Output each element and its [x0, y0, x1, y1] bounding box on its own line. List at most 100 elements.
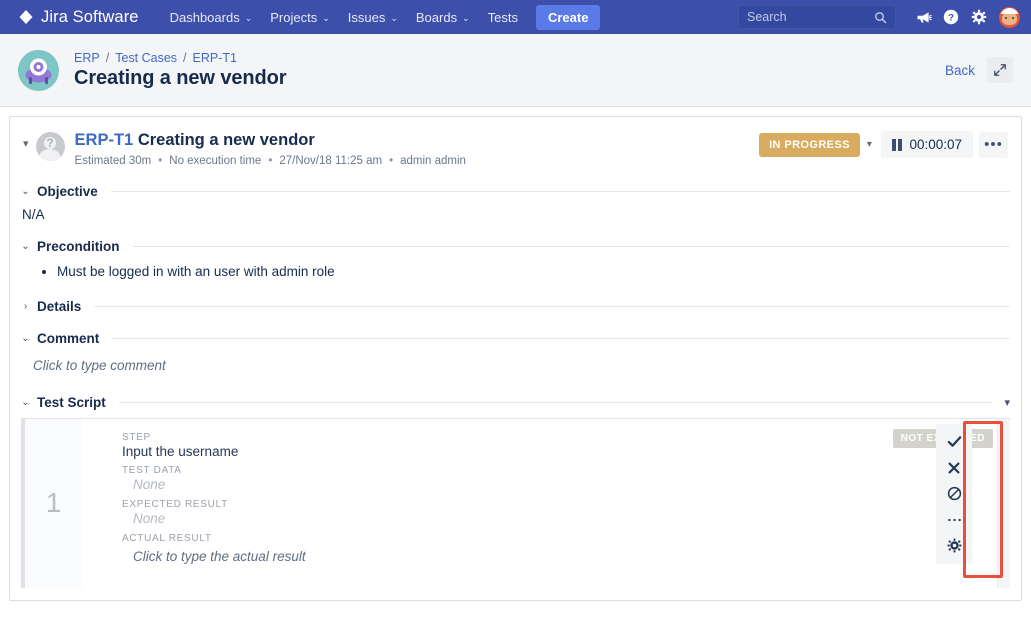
expand-icon[interactable] [987, 57, 1013, 83]
comment-input[interactable]: Click to type comment [21, 358, 1010, 373]
breadcrumb-item-erp[interactable]: ERP [74, 51, 100, 65]
avatar-question-mark: ? [46, 136, 53, 150]
step-details: STEP Input the username TEST DATA None E… [82, 419, 1010, 588]
expected-result-field-label: EXPECTED RESULT [122, 499, 1010, 510]
script-scrollbar[interactable] [997, 419, 1010, 588]
test-case-header-actions: IN PROGRESS ▾ 00:00:07 ••• [759, 131, 1010, 158]
more-actions-button[interactable]: ••• [979, 132, 1008, 158]
nav-item-tests[interactable]: Tests [479, 0, 527, 34]
megaphone-icon[interactable] [910, 4, 936, 30]
nav-item-dashboards[interactable]: Dashboards ⌄ [161, 0, 262, 34]
nav-item-projects[interactable]: Projects ⌄ [261, 0, 339, 34]
test-data-field-label: TEST DATA [122, 465, 1010, 476]
meta-separator: • [268, 155, 272, 167]
avatar-body [39, 149, 60, 161]
chevron-down-icon: ⌄ [322, 13, 330, 24]
user-avatar[interactable] [999, 7, 1020, 28]
chevron-down-icon[interactable]: ⌄ [21, 241, 30, 252]
avatar-hair [1000, 8, 1019, 14]
chevron-down-icon[interactable]: ⌄ [21, 333, 30, 344]
jira-brand-logo[interactable]: Jira Software [18, 8, 139, 27]
objective-value: N/A [21, 207, 1010, 222]
fail-step-button[interactable] [937, 455, 971, 481]
actual-result-input[interactable]: Click to type the actual result [122, 549, 1010, 564]
execution-timer[interactable]: 00:00:07 [881, 131, 973, 158]
chevron-down-icon[interactable]: ⌄ [21, 397, 30, 408]
create-button[interactable]: Create [536, 5, 600, 30]
test-case-title: ERP-T1 Creating a new vendor [75, 131, 466, 150]
status-dropdown-icon[interactable]: ▾ [860, 139, 881, 150]
test-script-collapse-icon[interactable]: ▾ [1004, 396, 1010, 409]
section-comment: ⌄ Comment Click to type comment [10, 331, 1021, 373]
section-header-test-script: ⌄ Test Script ▾ [21, 395, 1010, 410]
settings-gear-icon[interactable] [966, 4, 992, 30]
step-field-label: STEP [122, 432, 1010, 443]
more-actions-button[interactable] [937, 507, 971, 533]
section-divider [94, 306, 1010, 307]
precondition-list: Must be logged in with an user with admi… [34, 262, 1010, 282]
section-header-objective[interactable]: ⌄ Objective [21, 184, 1010, 199]
nav-label-tests: Tests [488, 10, 518, 25]
status-badge[interactable]: IN PROGRESS [759, 133, 860, 157]
section-title-details: Details [37, 299, 81, 314]
back-link[interactable]: Back [945, 63, 975, 78]
test-case-key[interactable]: ERP-T1 [75, 131, 134, 149]
section-title-objective: Objective [37, 184, 98, 199]
section-title-test-script: Test Script [37, 395, 106, 410]
breadcrumb-item-erp-t1[interactable]: ERP-T1 [193, 51, 237, 65]
block-step-button[interactable] [937, 481, 971, 507]
project-avatar [18, 50, 59, 91]
test-case-header: ▾ ? ERP-T1 Creating a new vendor Estimat… [10, 117, 1021, 167]
section-details: › Details [10, 299, 1021, 314]
estimated-time: Estimated 30m [75, 155, 152, 167]
section-objective: ⌄ Objective N/A [10, 184, 1021, 222]
section-title-precondition: Precondition [37, 239, 120, 254]
nav-label-projects: Projects [270, 10, 317, 25]
nav-item-issues[interactable]: Issues ⌄ [339, 0, 407, 34]
test-data-field-value[interactable]: None [122, 477, 1010, 492]
chevron-down-icon: ⌄ [462, 13, 470, 24]
section-header-comment[interactable]: ⌄ Comment [21, 331, 1010, 346]
nav-label-issues: Issues [348, 10, 386, 25]
chevron-down-icon[interactable]: ▾ [21, 131, 34, 150]
expected-result-field-value[interactable]: None [122, 511, 1010, 526]
breadcrumb-separator: / [183, 51, 186, 65]
nav-item-boards[interactable]: Boards ⌄ [407, 0, 479, 34]
timer-value: 00:00:07 [909, 137, 962, 152]
test-case-title-block: ERP-T1 Creating a new vendor Estimated 3… [75, 131, 466, 167]
section-test-script: ⌄ Test Script ▾ [10, 395, 1021, 410]
step-field-value[interactable]: Input the username [122, 444, 1010, 459]
pass-step-button[interactable] [937, 429, 971, 455]
help-icon[interactable]: ? [938, 4, 964, 30]
chevron-down-icon[interactable]: ⌄ [21, 186, 30, 197]
list-item: Must be logged in with an user with admi… [57, 262, 1010, 282]
section-title-comment: Comment [37, 331, 99, 346]
chevron-right-icon[interactable]: › [21, 301, 30, 312]
section-header-precondition[interactable]: ⌄ Precondition [21, 239, 1010, 254]
page-title: Creating a new vendor [74, 67, 286, 90]
section-precondition: ⌄ Precondition Must be logged in with an… [10, 239, 1021, 282]
search-input[interactable] [747, 10, 869, 24]
section-divider [133, 246, 1010, 247]
test-script-step-area: 1 STEP Input the username TEST DATA None… [21, 418, 1010, 588]
search-icon [874, 11, 887, 24]
created-date: 27/Nov/18 11:25 am [279, 155, 382, 167]
top-navigation-bar: Jira Software Dashboards ⌄ Projects ⌄ Is… [0, 0, 1031, 34]
svg-text:?: ? [948, 13, 954, 24]
breadcrumb-item-test-cases[interactable]: Test Cases [115, 51, 177, 65]
nav-label-dashboards: Dashboards [170, 10, 240, 25]
section-header-details[interactable]: › Details [21, 299, 1010, 314]
avatar-face [1002, 13, 1016, 25]
brand-name: Jira Software [41, 8, 139, 27]
comment-placeholder: Click to type comment [33, 358, 166, 373]
test-case-card: ▾ ? ERP-T1 Creating a new vendor Estimat… [9, 116, 1022, 601]
meta-separator: • [158, 155, 162, 167]
author-name: admin admin [400, 155, 466, 167]
nav-label-boards: Boards [416, 10, 457, 25]
section-divider [112, 338, 1010, 339]
search-box[interactable] [738, 5, 896, 29]
app-window: Jira Software Dashboards ⌄ Projects ⌄ Is… [0, 0, 1031, 617]
subheader-text-block: ERP / Test Cases / ERP-T1 Creating a new… [74, 51, 286, 90]
chevron-down-icon: ⌄ [245, 13, 253, 24]
step-settings-button[interactable] [937, 533, 971, 559]
